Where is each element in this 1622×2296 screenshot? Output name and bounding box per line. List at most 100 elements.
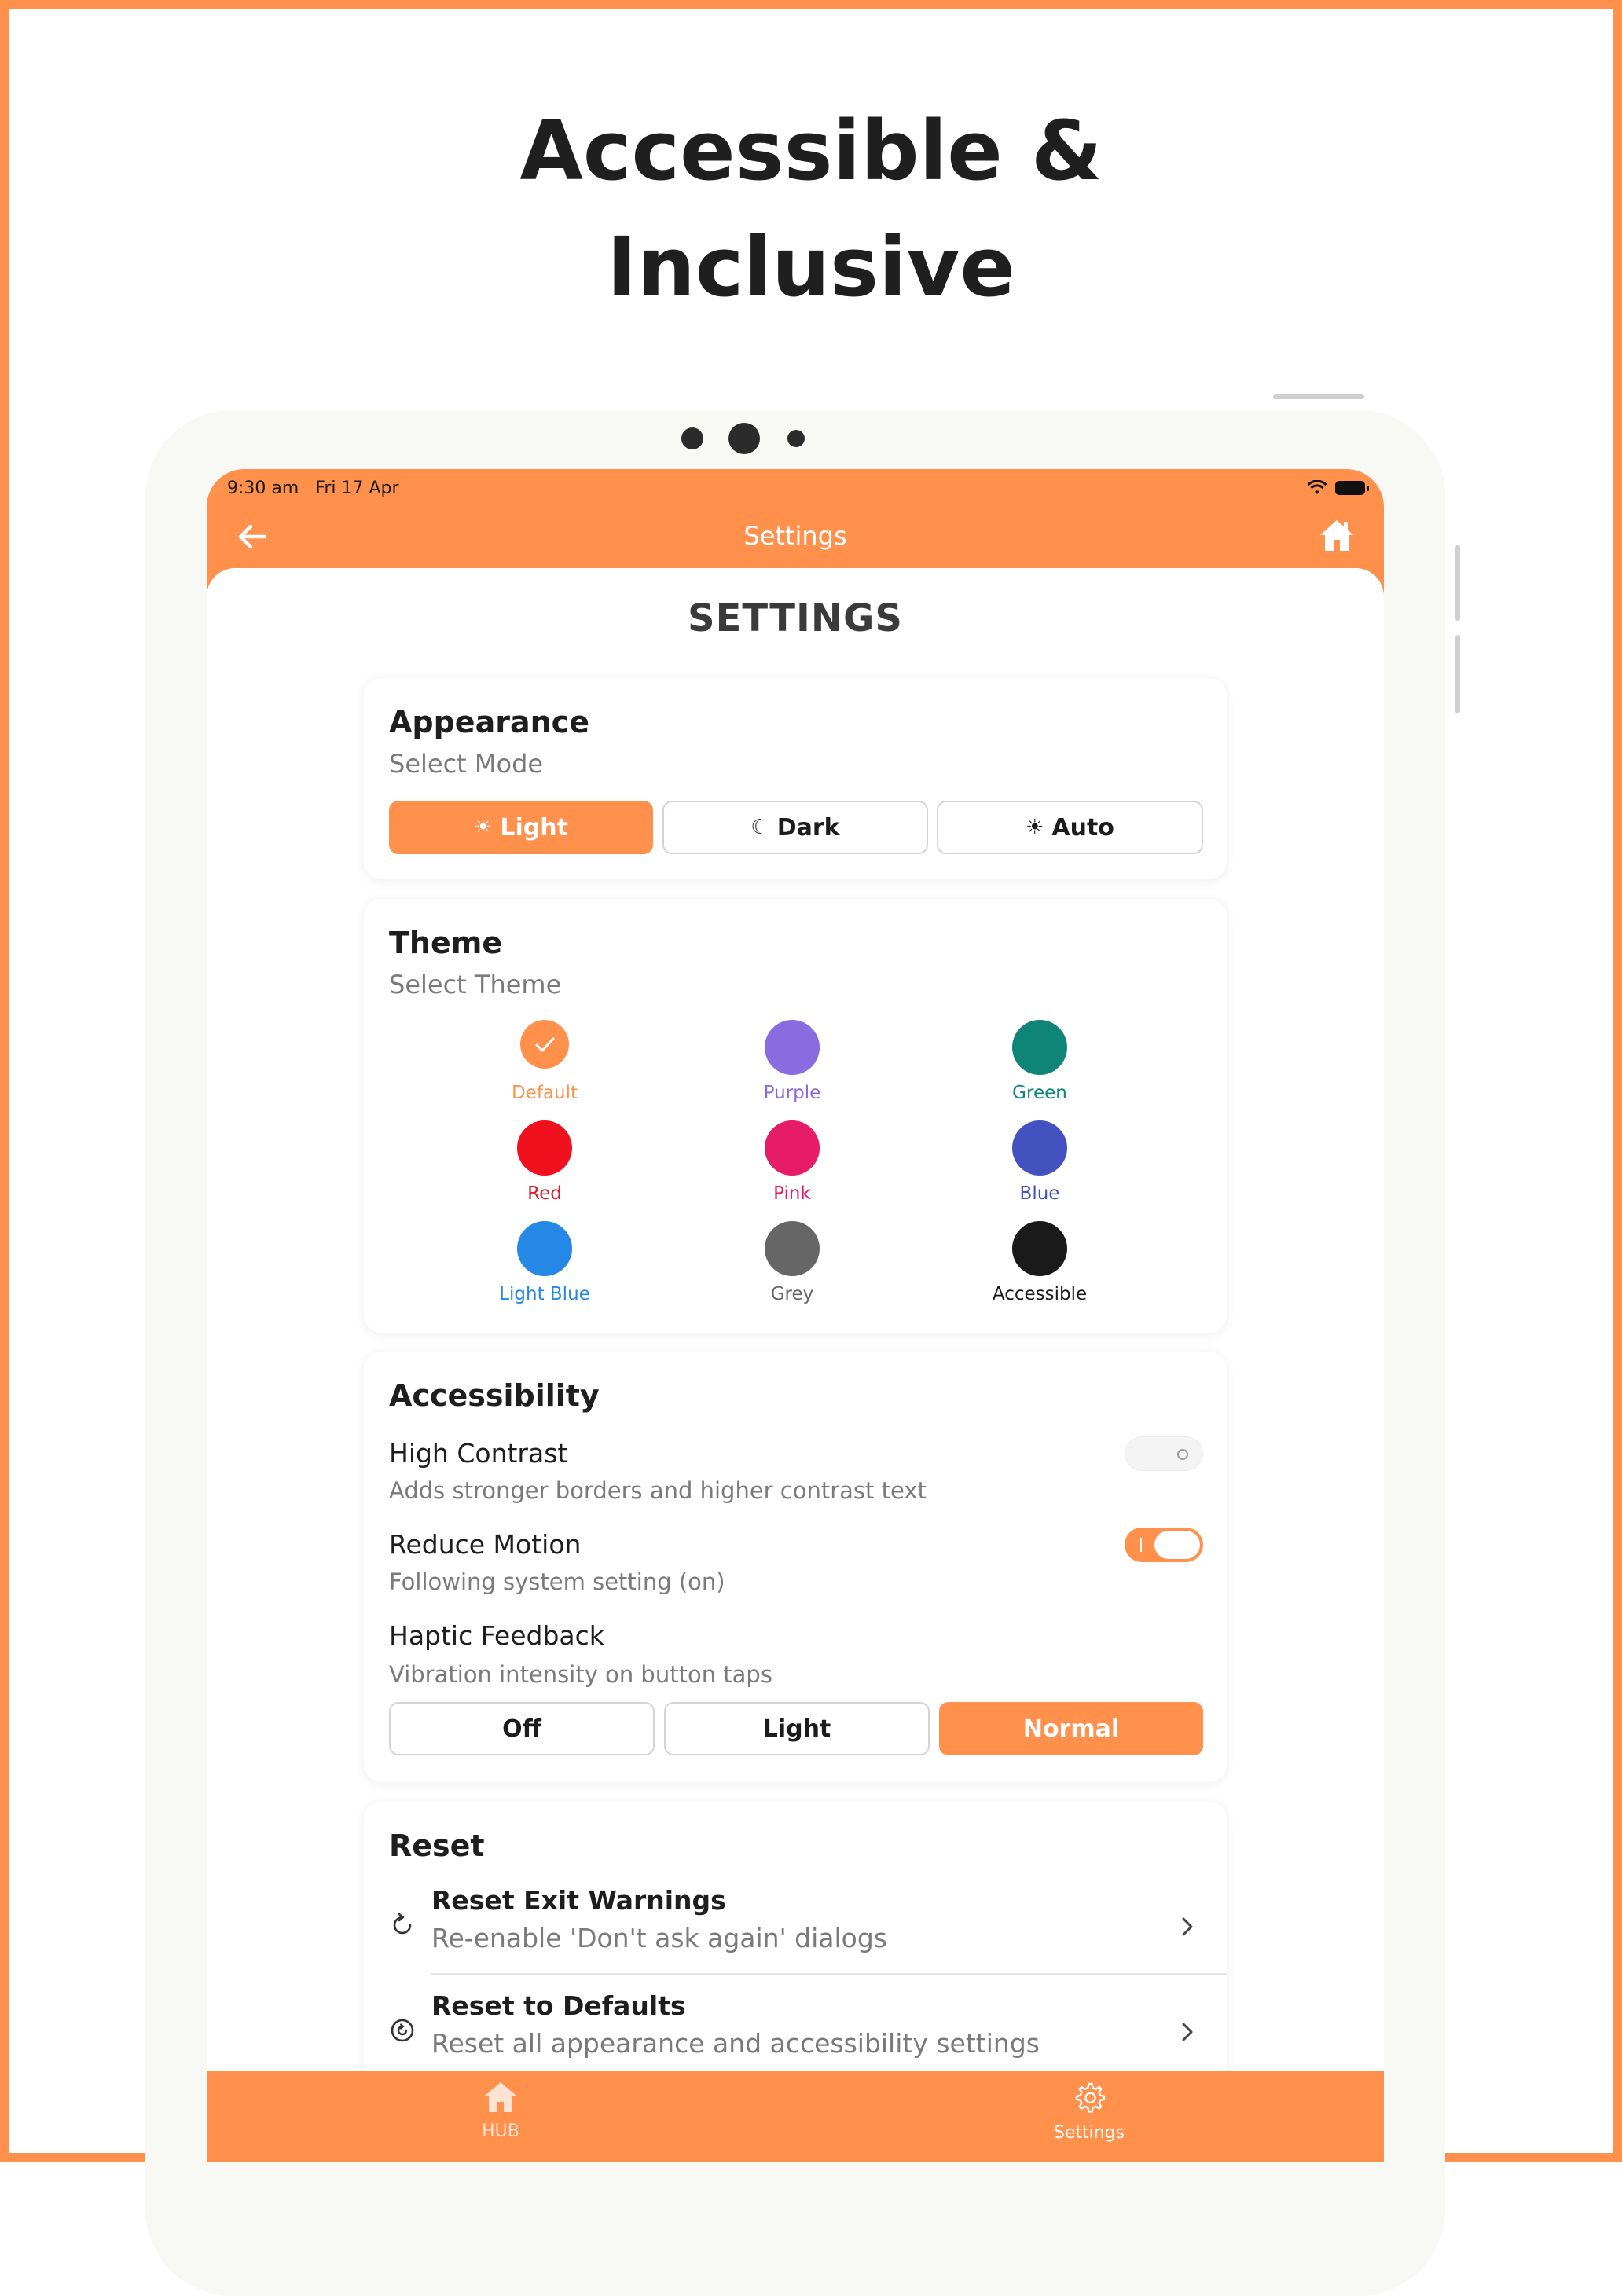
- settings-content: SETTINGS Appearance Select Mode ☀ Light …: [207, 568, 1384, 2162]
- theme-swatch-light-blue[interactable]: Light Blue: [466, 1221, 623, 1304]
- mode-light-button[interactable]: ☀ Light: [389, 801, 653, 854]
- device-volume-down-button: [1455, 635, 1460, 713]
- appearance-card: Appearance Select Mode ☀ Light ☾ Dark ☀ …: [364, 678, 1227, 879]
- haptic-normal-label: Normal: [1022, 1715, 1120, 1743]
- swatch-color-dot: [765, 1221, 820, 1276]
- chevron-right-icon: [1182, 2023, 1193, 2041]
- status-bar-left: 9:30 am Fri 17 Apr: [227, 479, 399, 498]
- high-contrast-toggle[interactable]: [1125, 1436, 1203, 1471]
- headline-line-1: Accessible &: [519, 103, 1103, 199]
- mode-dark-label: Dark: [776, 813, 840, 842]
- mode-dark-button[interactable]: ☾ Dark: [662, 801, 928, 854]
- mode-light-label: Light: [500, 813, 568, 842]
- haptic-light-button[interactable]: Light: [664, 1702, 930, 1755]
- swatch-color-dot: [765, 1020, 820, 1075]
- swatch-color-dot: [517, 1120, 572, 1176]
- camera-flash-icon: [787, 430, 805, 447]
- toggle-on-indicator-icon: [1140, 1538, 1142, 1552]
- reset-exit-warnings-title: Reset Exit Warnings: [431, 1885, 726, 1916]
- status-bar-right: [1307, 480, 1369, 496]
- swatch-color-dot: [517, 1221, 572, 1276]
- theme-swatch-default[interactable]: Default: [466, 1020, 623, 1103]
- auto-sun-icon: ☀: [1026, 816, 1044, 839]
- wifi-icon: [1307, 480, 1327, 494]
- app-screen: 9:30 am Fri 17 Apr Settings SETTINGS App…: [207, 469, 1384, 2162]
- haptic-off-label: Off: [502, 1715, 541, 1743]
- high-contrast-title: High Contrast: [389, 1438, 568, 1469]
- camera-lens-icon: [728, 423, 760, 454]
- chevron-right-icon: [1182, 1917, 1193, 1936]
- swatch-label: Blue: [1019, 1183, 1060, 1204]
- swatch-color-dot: [1012, 1020, 1067, 1075]
- reset-to-defaults-desc: Reset all appearance and accessibility s…: [431, 2028, 1040, 2059]
- refresh-icon: [393, 1913, 412, 1935]
- theme-swatch-accessible[interactable]: Accessible: [961, 1221, 1118, 1304]
- swatch-label: Default: [511, 1083, 578, 1103]
- reduce-motion-desc: Following system setting (on): [389, 1568, 725, 1595]
- toggle-knob: [1154, 1531, 1200, 1559]
- swatch-label: Light Blue: [499, 1284, 590, 1304]
- appearance-title: Appearance: [389, 705, 589, 739]
- tab-hub[interactable]: HUB: [422, 2081, 579, 2141]
- theme-title: Theme: [389, 926, 503, 960]
- navbar-title: Settings: [743, 521, 847, 551]
- reset-divider: [431, 1973, 1227, 1975]
- theme-swatch-pink[interactable]: Pink: [714, 1120, 871, 1204]
- reduce-motion-toggle[interactable]: [1125, 1528, 1203, 1562]
- high-contrast-desc: Adds stronger borders and higher contras…: [389, 1477, 927, 1504]
- haptic-light-label: Light: [762, 1715, 831, 1743]
- toggle-off-indicator-icon: [1177, 1449, 1188, 1460]
- home-icon[interactable]: [1318, 516, 1356, 554]
- haptic-off-button[interactable]: Off: [389, 1702, 655, 1755]
- theme-card: Theme Select Theme Default Purple Green Red…: [364, 899, 1227, 1333]
- accessibility-card: Accessibility High Contrast Adds stronge…: [364, 1352, 1227, 1782]
- reduce-motion-title: Reduce Motion: [389, 1529, 582, 1560]
- swatch-label: Purple: [763, 1083, 821, 1103]
- haptic-desc: Vibration intensity on button taps: [389, 1661, 772, 1688]
- checkmark-icon: [535, 1037, 555, 1052]
- sun-icon: ☀: [474, 816, 493, 839]
- swatch-color-dot: [765, 1120, 820, 1176]
- reset-to-defaults-row[interactable]: Reset to Defaults Reset all appearance a…: [389, 1986, 1202, 2080]
- theme-subtitle: Select Theme: [389, 970, 562, 999]
- haptic-title: Haptic Feedback: [389, 1620, 604, 1651]
- appearance-subtitle: Select Mode: [389, 749, 544, 779]
- theme-swatch-green[interactable]: Green: [961, 1020, 1118, 1103]
- swatch-color-dot: [1012, 1221, 1067, 1276]
- swatch-label: Red: [527, 1183, 562, 1204]
- tab-settings-label: Settings: [1053, 2123, 1125, 2143]
- swatch-color-dot: [520, 1020, 569, 1069]
- swatch-label: Pink: [773, 1183, 811, 1204]
- headline-line-2: Inclusive: [607, 219, 1015, 315]
- reset-title: Reset: [389, 1828, 485, 1863]
- mode-auto-button[interactable]: ☀ Auto: [937, 801, 1203, 854]
- haptic-normal-button[interactable]: Normal: [939, 1702, 1203, 1755]
- theme-swatch-red[interactable]: Red: [466, 1120, 623, 1204]
- gear-icon: [1075, 2082, 1106, 2113]
- swatch-label: Grey: [770, 1284, 814, 1304]
- theme-swatch-grey[interactable]: Grey: [714, 1221, 871, 1304]
- mode-auto-label: Auto: [1051, 813, 1114, 842]
- status-date: Fri 17 Apr: [315, 479, 399, 498]
- page-title: SETTINGS: [688, 596, 903, 640]
- accessibility-title: Accessibility: [389, 1378, 600, 1413]
- tab-settings[interactable]: Settings: [1011, 2081, 1168, 2143]
- reset-to-defaults-title: Reset to Defaults: [431, 1990, 686, 2021]
- device-top-button: [1273, 394, 1364, 399]
- reset-exit-warnings-row[interactable]: Reset Exit Warnings Re-enable 'Don't ask…: [389, 1880, 1202, 1975]
- theme-swatch-blue[interactable]: Blue: [961, 1120, 1118, 1204]
- home-icon: [484, 2082, 517, 2112]
- tab-hub-label: HUB: [482, 2122, 519, 2141]
- moon-icon: ☾: [750, 816, 769, 839]
- theme-swatch-purple[interactable]: Purple: [714, 1020, 871, 1103]
- marketing-headline: Accessible & Inclusive: [0, 93, 1622, 325]
- swatch-label: Green: [1012, 1083, 1067, 1103]
- restore-icon: [391, 2019, 414, 2042]
- reset-exit-warnings-desc: Re-enable 'Don't ask again' dialogs: [431, 1923, 887, 1953]
- device-volume-up-button: [1455, 545, 1460, 621]
- battery-icon: [1335, 481, 1369, 495]
- swatch-color-dot: [1012, 1120, 1067, 1176]
- status-time: 9:30 am: [227, 479, 299, 498]
- camera-sensor-icon: [681, 427, 703, 449]
- swatch-label: Accessible: [992, 1284, 1088, 1304]
